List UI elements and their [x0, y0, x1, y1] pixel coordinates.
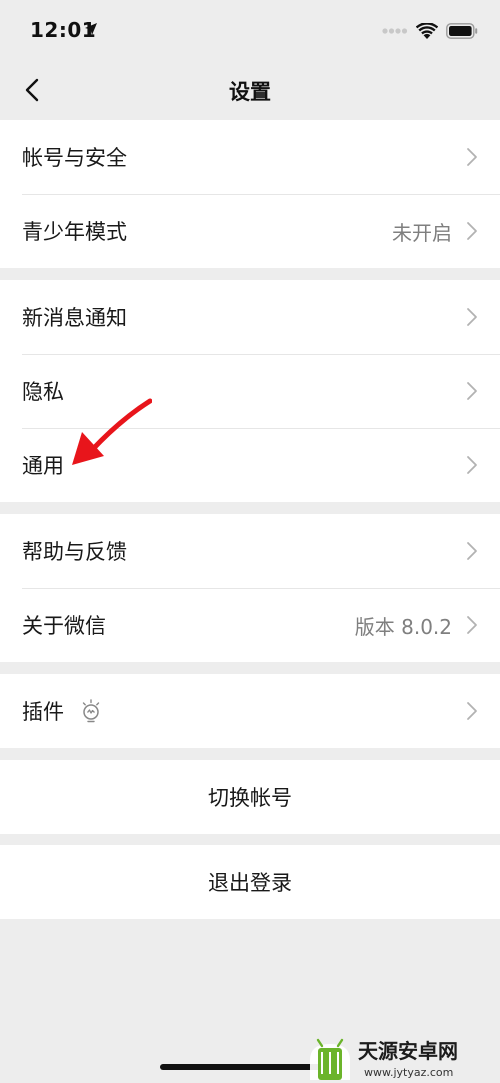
nav-bar: 设置 [0, 60, 500, 120]
settings-item-account-security[interactable]: 帐号与安全 [0, 120, 500, 194]
settings-group-account: 帐号与安全 青少年模式 未开启 [0, 120, 500, 268]
settings-item-label: 关于微信 [22, 614, 106, 638]
page-title: 设置 [229, 80, 271, 104]
settings-item-value: 未开启 [392, 220, 452, 245]
lightbulb-icon [82, 699, 100, 723]
android-logo-icon [310, 1038, 350, 1080]
settings-item-general[interactable]: 通用 [0, 428, 500, 502]
watermark: 天源安卓网 www.jytyaz.com [310, 1038, 458, 1080]
settings-item-label: 插件 [22, 700, 64, 724]
settings-item-label: 通用 [22, 454, 64, 478]
settings-item-label: 青少年模式 [22, 220, 127, 244]
switch-account-group: 切换帐号 [0, 760, 500, 834]
settings-item-label: 隐私 [22, 380, 64, 404]
settings-item-plugins[interactable]: 插件 [0, 674, 500, 748]
logout-group: 退出登录 [0, 845, 500, 919]
settings-group-about: 帮助与反馈 关于微信 版本 8.0.2 [0, 514, 500, 662]
chevron-right-icon [467, 222, 477, 240]
settings-group-general: 新消息通知 隐私 通用 [0, 280, 500, 502]
svg-text:www.jytyaz.com: www.jytyaz.com [364, 1066, 453, 1079]
chevron-right-icon [467, 702, 477, 720]
logout-button[interactable]: 退出登录 [0, 845, 500, 919]
settings-item-about-wechat[interactable]: 关于微信 版本 8.0.2 [0, 588, 500, 662]
chevron-right-icon [467, 308, 477, 326]
chevron-right-icon [467, 382, 477, 400]
settings-item-label: 帐号与安全 [22, 146, 127, 170]
switch-account-button[interactable]: 切换帐号 [0, 760, 500, 834]
settings-item-label: 帮助与反馈 [22, 540, 127, 564]
status-icons [382, 20, 478, 42]
settings-item-teen-mode[interactable]: 青少年模式 未开启 [0, 194, 500, 268]
signal-dots-icon [382, 28, 408, 34]
status-bar: 12:01 [0, 0, 500, 60]
battery-icon [446, 23, 478, 39]
settings-item-privacy[interactable]: 隐私 [0, 354, 500, 428]
location-arrow-icon [85, 23, 97, 35]
settings-item-label: 新消息通知 [22, 306, 127, 330]
chevron-right-icon [467, 616, 477, 634]
wifi-icon [416, 22, 438, 39]
chevron-right-icon [467, 456, 477, 474]
settings-item-value: 版本 8.0.2 [354, 614, 452, 639]
chevron-right-icon [467, 542, 477, 560]
settings-item-notifications[interactable]: 新消息通知 [0, 280, 500, 354]
settings-item-help-feedback[interactable]: 帮助与反馈 [0, 514, 500, 588]
chevron-right-icon [467, 148, 477, 166]
svg-text:天源安卓网: 天源安卓网 [358, 1039, 458, 1063]
settings-group-plugins: 插件 [0, 674, 500, 748]
home-indicator[interactable] [160, 1064, 340, 1070]
